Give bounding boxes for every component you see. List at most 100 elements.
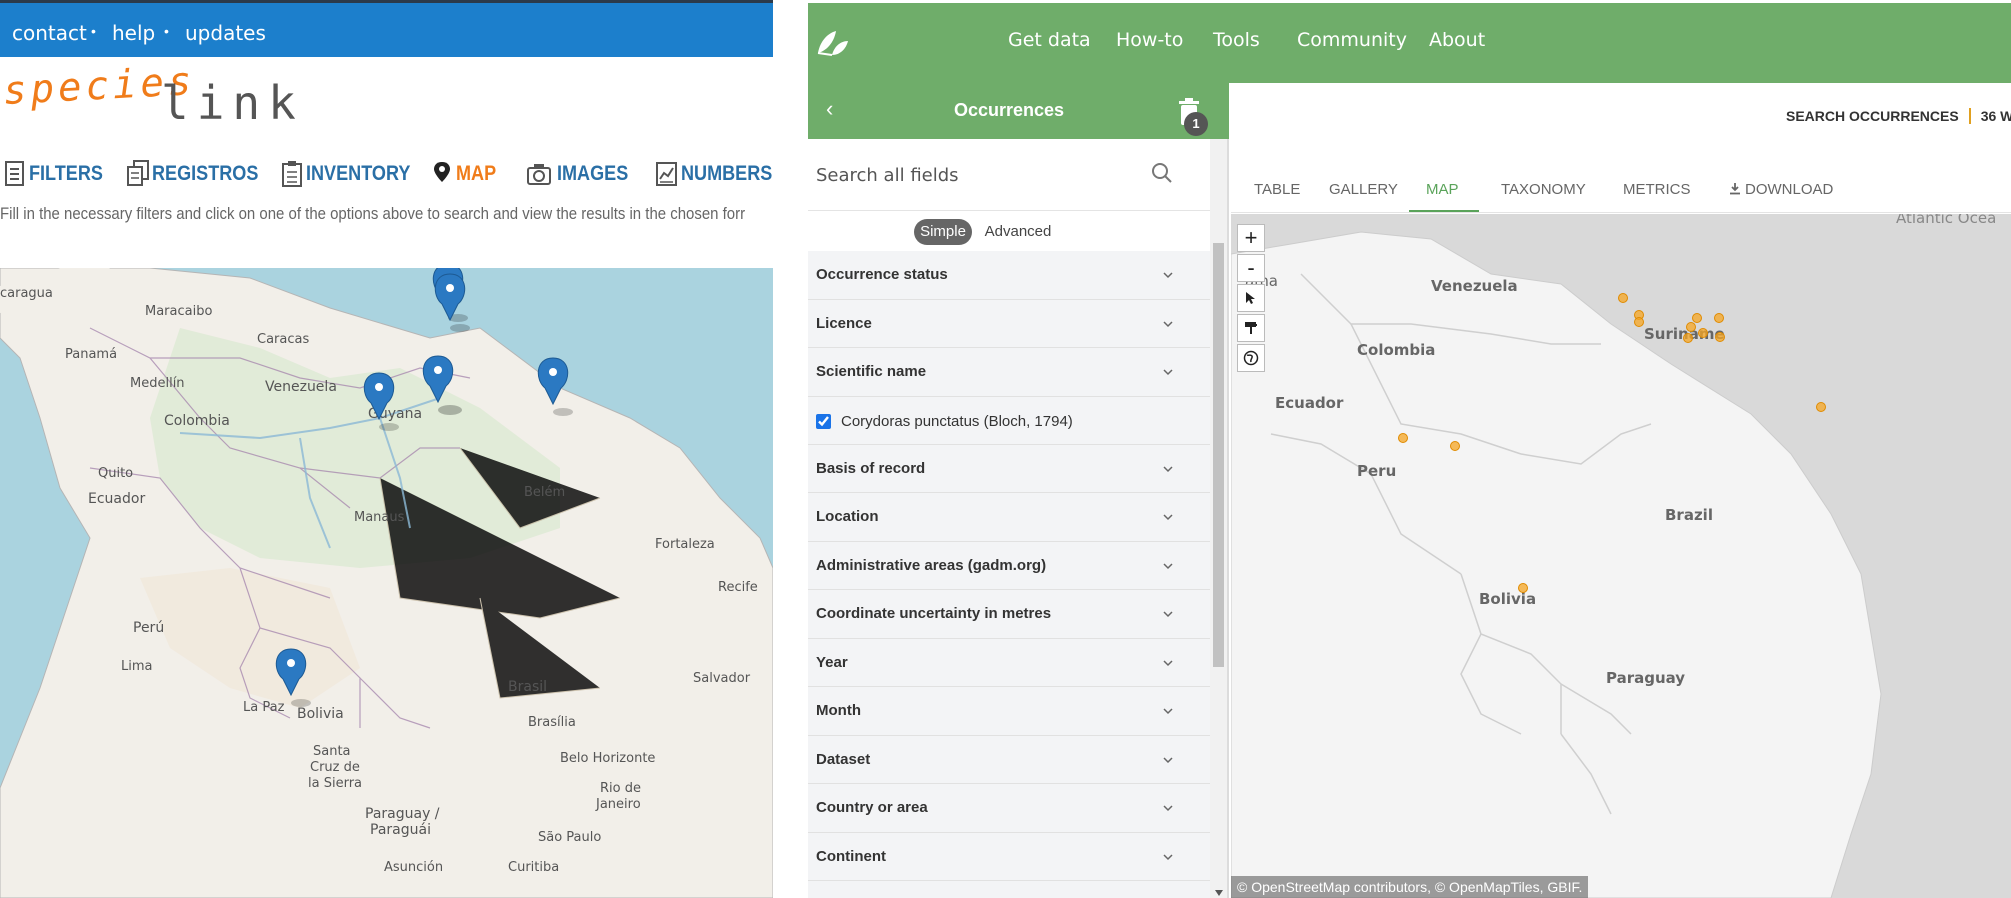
tab-map[interactable]: MAP — [1426, 181, 1459, 198]
occurrence-point[interactable] — [1816, 402, 1826, 412]
tab-taxonomy[interactable]: TAXONOMY — [1501, 181, 1586, 198]
tab-filters[interactable]: FILTERS — [3, 148, 115, 188]
tab-inventory[interactable]: INVENTORY — [280, 148, 427, 188]
tab-label: FILTERS — [29, 162, 103, 185]
map-label: Curitiba — [508, 860, 559, 875]
filter-continent[interactable]: Continent — [808, 832, 1210, 881]
occurrence-point[interactable] — [1686, 322, 1696, 332]
gbif-leaf-logo-icon[interactable] — [812, 21, 852, 61]
nav-how-to[interactable]: How-to — [1116, 29, 1183, 51]
contact-link[interactable]: contact — [12, 21, 87, 45]
filter-label: Basis of record — [816, 459, 926, 477]
occurrence-point[interactable] — [1715, 332, 1725, 342]
paint-roller-icon — [1245, 322, 1257, 334]
filter-location[interactable]: Location — [808, 493, 1210, 542]
filter-label: Licence — [816, 314, 872, 332]
occurrence-point[interactable] — [1518, 583, 1528, 593]
logo-link-text: link — [161, 76, 304, 130]
filter-occurrence-status[interactable]: Occurrence status — [808, 251, 1210, 300]
filter-label: Continent — [816, 847, 886, 865]
map-label: Medellín — [130, 376, 185, 391]
mode-advanced-button[interactable]: Advanced — [978, 219, 1058, 245]
separator-dot: • — [164, 23, 169, 39]
search-input[interactable] — [816, 157, 1146, 193]
filter-month[interactable]: Month — [808, 687, 1210, 736]
map-label: Paraguay — [1606, 669, 1685, 687]
filter-licence[interactable]: Licence — [808, 299, 1210, 348]
filter-scientific-name[interactable]: Scientific name — [808, 348, 1210, 397]
map-label: Brasília — [528, 715, 576, 730]
occurrence-point[interactable] — [1698, 328, 1708, 338]
tab-download[interactable]: DOWNLOAD — [1729, 181, 1833, 198]
map-label: Atlantic Ocea — [1896, 214, 1996, 227]
specieslink-tab-bar: FILTERS REGISTROS INVENTORY MAP IMAGES N… — [0, 148, 773, 188]
filter-administrative-areas[interactable]: Administrative areas (gadm.org) — [808, 541, 1210, 590]
map-label: Rio de — [600, 781, 641, 796]
nav-community[interactable]: Community — [1297, 29, 1407, 51]
scientific-name-value: Corydoras punctatus (Bloch, 1794) — [841, 412, 1073, 430]
filter-coordinate-uncertainty[interactable]: Coordinate uncertainty in metres — [808, 590, 1210, 639]
tab-table[interactable]: TABLE — [1254, 181, 1300, 198]
nav-tools[interactable]: Tools — [1213, 29, 1260, 51]
filter-year[interactable]: Year — [808, 638, 1210, 687]
occurrence-point[interactable] — [1714, 313, 1724, 323]
occurrence-map[interactable]: Atlantic Ocea ama Venezuela Colombia Sur… — [1231, 214, 2011, 898]
tab-registros[interactable]: REGISTROS — [126, 148, 276, 188]
search-icon[interactable] — [1150, 161, 1174, 185]
filter-panel-scrollbar[interactable] — [1210, 139, 1227, 898]
occurrence-point[interactable] — [1683, 333, 1693, 343]
occurrence-results: SEARCH OCCURRENCES 36 WIT TABLE GALLERY M… — [1231, 83, 2011, 898]
select-area-button[interactable] — [1237, 284, 1265, 312]
zoom-in-button[interactable]: + — [1237, 224, 1265, 252]
tab-metrics[interactable]: METRICS — [1623, 181, 1691, 198]
scrollbar-thumb[interactable] — [1213, 243, 1224, 667]
globe-icon — [1243, 350, 1259, 366]
nav-get-data[interactable]: Get data — [1008, 29, 1091, 51]
scroll-down-arrow-icon[interactable] — [1215, 890, 1223, 896]
filter-country-or-area[interactable]: Country or area — [808, 784, 1210, 833]
chevron-down-icon — [1163, 272, 1173, 279]
zoom-out-button[interactable]: - — [1237, 254, 1265, 282]
occurrence-point[interactable] — [1692, 313, 1702, 323]
tab-images[interactable]: IMAGES — [523, 148, 640, 188]
chevron-down-icon — [1163, 853, 1173, 860]
occurrence-point[interactable] — [1634, 317, 1644, 327]
chevron-down-icon — [1163, 805, 1173, 812]
map-label: Cruz de — [310, 760, 360, 775]
summary-divider — [1968, 108, 1971, 124]
help-link[interactable]: help — [112, 21, 155, 45]
document-icon — [5, 161, 24, 186]
map-label: Quito — [98, 466, 133, 481]
map-style-button[interactable] — [1237, 314, 1265, 342]
filter-dataset[interactable]: Dataset — [808, 735, 1210, 784]
map-label: Panamá — [65, 347, 117, 362]
map-pin-icon — [434, 162, 450, 182]
updates-link[interactable]: updates — [185, 21, 266, 45]
projection-button[interactable] — [1237, 344, 1265, 372]
map-label: São Paulo — [538, 830, 601, 845]
tab-map[interactable]: MAP — [430, 148, 503, 188]
map-attribution[interactable]: © OpenStreetMap contributors, © OpenMapT… — [1231, 876, 1589, 898]
scientific-name-checkbox[interactable] — [816, 413, 831, 429]
map-label: Caracas — [257, 332, 309, 347]
map-label: Belo Horizonte — [560, 751, 655, 766]
map-label: Brazil — [1665, 506, 1713, 524]
pages-icon — [127, 160, 149, 186]
occurrence-point[interactable] — [1450, 441, 1460, 451]
filter-basis-of-record[interactable]: Basis of record — [808, 444, 1210, 493]
view-tab-bar: TABLE GALLERY MAP TAXONOMY METRICS DOWNL… — [1231, 163, 2011, 213]
filter-label: Coordinate uncertainty in metres — [816, 605, 1052, 622]
occurrence-point[interactable] — [1398, 433, 1408, 443]
nav-about[interactable]: About — [1429, 29, 1485, 51]
tab-label: MAP — [456, 162, 497, 185]
map-label: Belém — [524, 485, 565, 500]
tab-numbers[interactable]: NUMBERS — [655, 148, 773, 188]
tab-gallery[interactable]: GALLERY — [1329, 181, 1398, 198]
chevron-down-icon — [1163, 611, 1173, 618]
mode-simple-button[interactable]: Simple — [914, 219, 972, 245]
occurrence-point[interactable] — [1618, 293, 1628, 303]
map-label: Brasil — [508, 679, 547, 695]
specieslink-map[interactable]: caragua Maracaibo Panamá Caracas Medellí… — [0, 268, 773, 898]
map-label: Paraguái — [370, 822, 431, 838]
filter-label: Scientific name — [816, 363, 927, 380]
